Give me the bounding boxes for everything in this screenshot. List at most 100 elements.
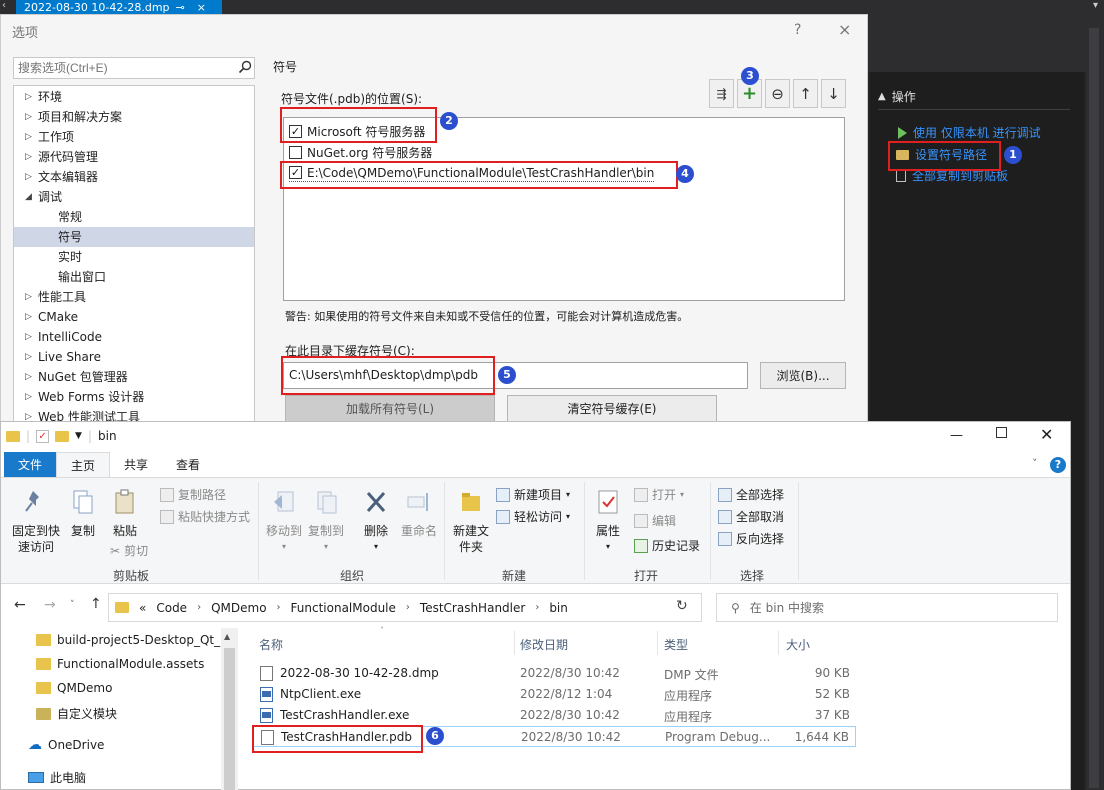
file-row[interactable]: 2022-08-30 10-42-28.dmp 2022/8/30 10:42 … [252,663,856,684]
expand-arrow-icon[interactable]: ▷ [25,307,32,327]
location-row-nuget[interactable]: NuGet.org 符号服务器 [289,143,432,161]
new-item-button[interactable]: 新建项目 ▾ [496,486,570,503]
select-all-button[interactable]: 全部选择 [718,486,784,503]
tree-item[interactable]: 输出窗口 [14,267,254,287]
column-header-size[interactable]: 大小 [786,636,810,653]
load-all-symbols-button[interactable]: 加载所有符号(L) [285,395,495,422]
nav-item[interactable]: build-project5-Desktop_Qt_5 [36,633,221,647]
symbol-locations-list[interactable]: ✓ Microsoft 符号服务器 NuGet.org 符号服务器 ✓ E:\C… [283,117,845,301]
checkbox-unchecked[interactable] [289,145,302,159]
minimize-button[interactable]: — [950,428,963,443]
new-folder-quick-icon[interactable] [55,430,70,442]
tab-close-icon[interactable]: × [197,1,206,14]
copy-to-button[interactable]: 复制到 ▾ [306,489,346,555]
pin-icon[interactable]: ⊸ [176,1,185,14]
scroll-up-icon[interactable]: ▲ [224,632,230,641]
expand-arrow-icon[interactable]: ▷ [25,407,32,421]
breadcrumb-overflow[interactable]: « [139,601,146,615]
tree-item-symbols[interactable]: 符号 [14,227,254,247]
tree-item[interactable]: ▷ 项目和解决方案 [14,107,254,127]
tree-item[interactable]: ▷ 文本编辑器 [14,167,254,187]
breadcrumb-item[interactable]: TestCrashHandler [420,601,525,615]
expand-arrow-icon[interactable]: ▷ [25,287,32,307]
breadcrumb-item[interactable]: bin [549,601,568,615]
tree-item[interactable]: ▷ CMake [14,307,254,327]
tab-share[interactable]: 共享 [110,452,162,477]
cut-button[interactable]: ✂ 剪切 [110,542,148,559]
nav-item-this-pc[interactable]: 此电脑 [28,769,86,786]
tree-item[interactable]: ▷ Live Share [14,347,254,367]
debug-native-only-link[interactable]: 使用 仅限本机 进行调试 [898,124,1041,141]
tree-item[interactable]: ▷ 环境 [14,87,254,107]
expand-arrow-icon[interactable]: ▷ [25,127,32,147]
copy-path-button[interactable]: 复制路径 [160,486,226,503]
tab-dropdown-icon[interactable]: ▾ [1093,0,1098,11]
tab-view[interactable]: 查看 [162,452,214,477]
nav-item[interactable]: FunctionalModule.assets [36,657,204,671]
tab-file[interactable]: 文件 [4,452,57,477]
pin-quick-access-button[interactable]: 固定到快速访问 [8,489,64,555]
move-up-button[interactable]: ↑ [793,79,818,108]
column-separator[interactable] [778,631,779,655]
maximize-button[interactable] [996,427,1007,438]
chevron-right-icon[interactable]: › [406,602,410,613]
tree-item-debugging[interactable]: ◢ 调试 [14,187,254,207]
vs-scrollbar-thumb[interactable] [1089,28,1099,788]
new-folder-button[interactable]: 新建文件夹 [450,489,492,555]
dialog-close-button[interactable]: × [838,20,851,39]
breadcrumb-item[interactable]: QMDemo [211,601,266,615]
rename-button[interactable]: 重命名 [398,489,440,539]
tree-item[interactable]: ▷ Web Forms 设计器 [14,387,254,407]
tree-item[interactable]: ▷ 工作项 [14,127,254,147]
remove-location-button[interactable]: ⊖ [765,79,790,108]
expand-arrow-icon[interactable]: ▷ [25,367,32,387]
back-arrow-icon[interactable]: ← [14,597,26,613]
document-tab[interactable]: 2022-08-30 10-42-28.dmp ⊸ × [16,0,222,14]
expand-arrow-icon[interactable]: ▷ [25,167,32,187]
column-header-date[interactable]: 修改日期 [520,636,568,653]
search-icon[interactable] [238,60,252,74]
refresh-icon[interactable]: ↻ [676,598,688,614]
breadcrumb-item[interactable]: Code [156,601,187,615]
load-modules-button[interactable]: ⇶ [709,79,734,108]
properties-button[interactable]: 属性 ▾ [590,489,626,555]
recent-locations-icon[interactable]: ˅ [70,600,75,610]
close-window-button[interactable]: ✕ [1040,425,1053,444]
help-icon[interactable]: ? [1050,457,1066,473]
select-none-button[interactable]: 全部取消 [718,508,784,525]
collapse-icon[interactable]: ▲ [878,91,886,102]
column-separator[interactable] [657,631,658,655]
tree-item[interactable]: ▷ 性能工具 [14,287,254,307]
tab-home[interactable]: 主页 [56,452,111,477]
explorer-search-box[interactable]: ⚲ 在 bin 中搜索 [716,593,1058,622]
history-button[interactable]: 历史记录 [634,537,700,554]
expand-arrow-icon[interactable]: ▷ [25,147,32,167]
address-bar[interactable]: « Code › QMDemo › FunctionalModule › TestCr… [108,593,702,622]
breadcrumb-item[interactable]: FunctionalModule [291,601,396,615]
easy-access-button[interactable]: 轻松访问 ▾ [496,508,570,525]
nav-item[interactable]: QMDemo [36,681,112,695]
options-tree[interactable]: ▷ 环境 ▷ 项目和解决方案 ▷ 工作项 ▷ 源代码管理 ▷ 文本编辑器 ◢ 调试 常规 符… [13,85,255,422]
expand-arrow-icon[interactable]: ▷ [25,87,32,107]
ribbon-collapse-icon[interactable]: ˅ [1032,457,1038,470]
forward-arrow-icon[interactable]: → [44,597,56,613]
up-arrow-icon[interactable]: ↑ [90,596,102,612]
help-button[interactable]: ? [794,22,801,38]
nav-pane-scrollbar-thumb[interactable] [224,648,235,790]
expand-arrow-icon[interactable]: ▷ [25,327,32,347]
tree-item[interactable]: ▷ Web 性能测试工具 [14,407,254,421]
file-row[interactable]: NtpClient.exe 2022/8/12 1:04 应用程序 52 KB [252,684,856,705]
move-to-button[interactable]: 移动到 ▾ [264,489,304,555]
column-header-name[interactable]: 名称 [259,636,283,653]
tree-item[interactable]: 常规 [14,207,254,227]
paste-button[interactable]: 粘贴 [108,489,142,539]
tree-item[interactable]: ▷ 源代码管理 [14,147,254,167]
tree-item[interactable]: 实时 [14,247,254,267]
tree-item[interactable]: ▷ NuGet 包管理器 [14,367,254,387]
chevron-right-icon[interactable]: › [197,602,201,613]
options-search-input[interactable] [13,57,255,79]
expand-arrow-icon[interactable]: ▷ [25,347,32,367]
file-row[interactable]: TestCrashHandler.exe 2022/8/30 10:42 应用程… [252,705,856,726]
actions-heading[interactable]: ▲ 操作 [878,88,916,105]
tree-item[interactable]: ▷ IntelliCode [14,327,254,347]
